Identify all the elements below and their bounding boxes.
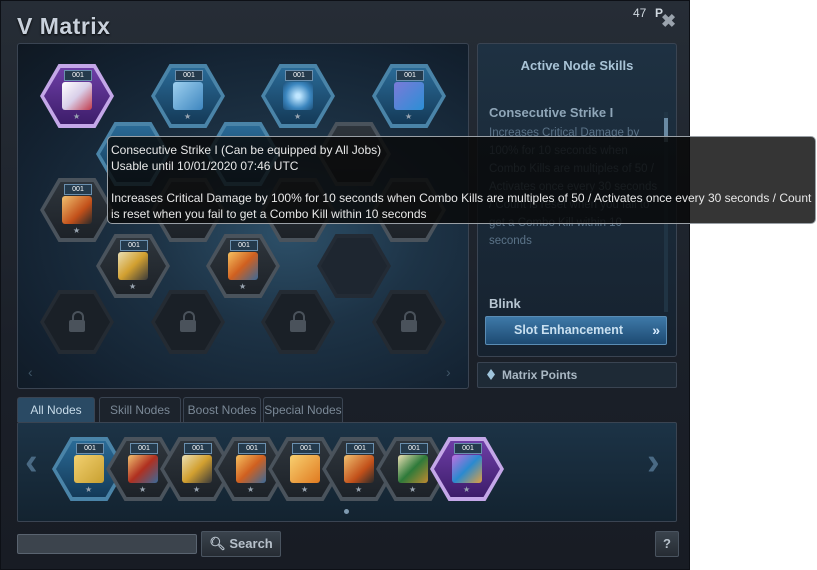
- tooltip-title: Consecutive Strike I (Can be equipped by…: [111, 143, 382, 157]
- next-skill-name: Blink: [489, 296, 521, 311]
- node-level-badge: 001: [400, 443, 428, 454]
- inventory-prev-icon[interactable]: ‹: [25, 441, 38, 484]
- node-level-badge: 001: [292, 443, 320, 454]
- search-button[interactable]: 🔍︎ Search: [201, 531, 281, 557]
- matrix-points-bar: Matrix Points: [477, 362, 677, 388]
- node-level-badge: 001: [76, 443, 104, 454]
- inventory-node-icon-3: [182, 455, 212, 483]
- matrix-points-value: 47: [633, 6, 647, 20]
- inventory-node-icon-7: [398, 455, 428, 483]
- matrix-slot-skill-3[interactable]: 001 ★: [261, 64, 335, 128]
- matrix-points-label: Matrix Points: [502, 368, 578, 382]
- star-icon: ★: [239, 282, 247, 291]
- matrix-slot-locked: [372, 290, 446, 354]
- star-icon: ★: [73, 112, 81, 121]
- skill-name: Consecutive Strike I: [489, 105, 614, 120]
- matrix-slot-locked: [261, 290, 335, 354]
- v-matrix-window: V Matrix ✖ 001 ★ 001 ★ 001 ★ 001 ★ 001 ★ 001 ★…: [0, 0, 690, 570]
- node-level-badge: 001: [230, 240, 258, 251]
- lock-icon: [401, 311, 417, 332]
- node-level-badge: 001: [396, 70, 424, 81]
- star-icon: ★: [247, 485, 255, 494]
- tab-all-nodes[interactable]: All Nodes: [17, 397, 95, 422]
- search-input[interactable]: [17, 534, 197, 554]
- panel-title: Active Node Skills: [520, 58, 634, 73]
- star-icon: ★: [301, 485, 309, 494]
- boost-node-icon-2: [118, 252, 148, 280]
- matrix-slot-skill-2[interactable]: 001 ★: [151, 64, 225, 128]
- inventory-node-icon-5: [290, 455, 320, 483]
- slot-enhancement-button[interactable]: Slot Enhancement »: [485, 316, 667, 345]
- matrix-prev-icon[interactable]: ‹: [28, 364, 33, 380]
- search-button-label: Search: [229, 536, 273, 551]
- matrix-slot-skill-4[interactable]: 001 ★: [372, 64, 446, 128]
- star-icon: ★: [85, 485, 93, 494]
- tooltip-description: Increases Critical Damage by 100% for 10…: [111, 191, 812, 221]
- node-level-badge: 001: [130, 443, 158, 454]
- star-icon: ★: [129, 282, 137, 291]
- close-icon[interactable]: ✖: [661, 11, 676, 32]
- help-button[interactable]: ?: [655, 531, 679, 557]
- lock-icon: [290, 311, 306, 332]
- node-level-badge: 001: [238, 443, 266, 454]
- double-chevron-icon: »: [652, 322, 660, 338]
- lock-icon: [69, 311, 85, 332]
- star-icon: ★: [405, 112, 413, 121]
- page-indicator-dot[interactable]: [344, 509, 349, 514]
- star-icon: ★: [184, 112, 192, 121]
- star-icon: ★: [409, 485, 417, 494]
- node-inventory: 001 ★ 001 ★ 001 ★ 001 ★ 001 ★ 001 ★ 001 ★ 001 ★: [17, 422, 677, 522]
- matrix-slot-locked: [40, 290, 114, 354]
- boost-node-icon-1: [62, 196, 92, 224]
- inventory-node-icon-1: [74, 455, 104, 483]
- node-level-badge: 001: [454, 443, 482, 454]
- node-tooltip: Consecutive Strike I (Can be equipped by…: [107, 136, 816, 224]
- tab-skill-nodes[interactable]: Skill Nodes: [99, 397, 181, 422]
- tab-boost-nodes[interactable]: Boost Nodes: [183, 397, 261, 422]
- star-icon: ★: [73, 226, 81, 235]
- matrix-points-unit: P: [655, 6, 664, 20]
- inventory-next-icon[interactable]: ›: [647, 441, 660, 484]
- star-icon: ★: [355, 485, 363, 494]
- lock-icon: [180, 311, 196, 332]
- skill-node-icon-2: [173, 82, 203, 110]
- skill-node-icon-3: [283, 82, 313, 110]
- consecutive-strike-icon: [62, 82, 92, 110]
- tooltip-expiry: Usable until 10/01/2020 07:46 UTC: [111, 159, 299, 173]
- node-level-badge: 001: [175, 70, 203, 81]
- node-level-badge: 001: [64, 70, 92, 81]
- boost-node-icon-3: [228, 252, 258, 280]
- matrix-slot-boost-5[interactable]: 001 ★: [96, 234, 170, 298]
- node-level-badge: 001: [120, 240, 148, 251]
- matrix-slot-boost-6[interactable]: 001 ★: [206, 234, 280, 298]
- inventory-node-icon-8: [452, 455, 482, 483]
- inventory-node[interactable]: 001 ★: [430, 437, 504, 501]
- tab-special-nodes[interactable]: Special Nodes: [263, 397, 343, 422]
- star-icon: ★: [463, 485, 471, 494]
- matrix-slot-empty[interactable]: [317, 234, 391, 298]
- inventory-node-icon-6: [344, 455, 374, 483]
- inventory-node-icon-2: [128, 455, 158, 483]
- star-icon: ★: [193, 485, 201, 494]
- star-icon: ★: [294, 112, 302, 121]
- search-icon: 🔍︎: [209, 536, 226, 551]
- node-level-badge: 001: [64, 184, 92, 195]
- inventory-node-icon-4: [236, 455, 266, 483]
- diamond-icon: [487, 369, 495, 380]
- node-level-badge: 001: [285, 70, 313, 81]
- matrix-slot-boost-1[interactable]: 001 ★: [40, 178, 114, 242]
- matrix-next-icon[interactable]: ›: [446, 364, 451, 380]
- slot-enhancement-label: Slot Enhancement: [514, 323, 624, 337]
- matrix-slot-locked: [151, 290, 225, 354]
- window-title: V Matrix: [17, 13, 111, 39]
- node-level-badge: 001: [184, 443, 212, 454]
- star-icon: ★: [139, 485, 147, 494]
- node-level-badge: 001: [346, 443, 374, 454]
- skill-node-icon-4: [394, 82, 424, 110]
- matrix-slot-consecutive-strike[interactable]: 001 ★: [40, 64, 114, 128]
